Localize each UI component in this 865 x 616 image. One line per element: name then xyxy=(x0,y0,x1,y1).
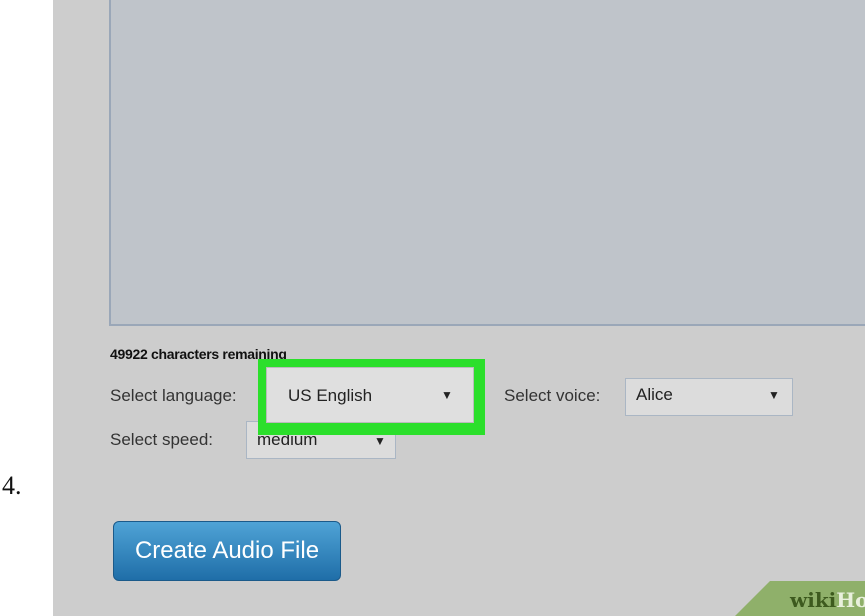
watermark-how: How xyxy=(836,588,865,612)
voice-select[interactable]: Alice ▼ xyxy=(625,378,793,416)
language-select-value: US English xyxy=(288,386,373,405)
step-number: 4. xyxy=(2,471,22,500)
language-label: Select language: xyxy=(110,386,237,405)
speed-label: Select speed: xyxy=(110,430,214,449)
chevron-down-icon: ▼ xyxy=(441,388,453,402)
chevron-down-icon: ▼ xyxy=(374,434,386,448)
wikihow-watermark: wikiHow xyxy=(790,588,865,612)
chevron-down-icon: ▼ xyxy=(768,388,780,402)
voice-label: Select voice: xyxy=(504,386,601,405)
voice-select-value: Alice xyxy=(636,385,673,404)
language-select[interactable]: US English ▼ xyxy=(266,367,474,423)
text-to-speech-panel: 49922 characters remaining Select langua… xyxy=(53,0,865,616)
create-audio-file-button[interactable]: Create Audio File xyxy=(113,521,341,581)
watermark-wiki: wiki xyxy=(790,588,837,612)
text-input-area[interactable] xyxy=(109,0,865,326)
